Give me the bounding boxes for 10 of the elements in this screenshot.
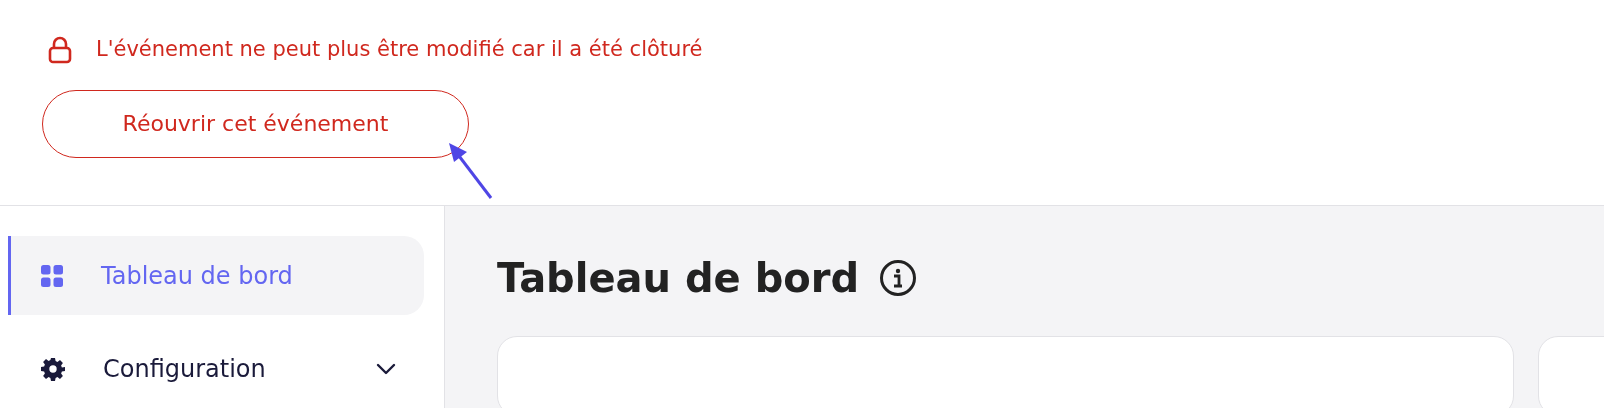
closed-event-message: L'événement ne peut plus être modifié car il a été clôturé (96, 36, 703, 63)
grid-icon (41, 264, 63, 287)
page-title: Tableau de bord (497, 258, 860, 298)
sidebar-item[interactable]: Tableau de bord (8, 236, 424, 315)
lock-icon (48, 34, 72, 65)
sidebar-item[interactable]: Configuration (11, 329, 424, 408)
info-icon[interactable] (879, 259, 918, 297)
gear-icon (41, 356, 65, 381)
annotation-arrow (446, 142, 494, 200)
reopen-event-button[interactable]: Réouvrir cet événement (42, 89, 469, 158)
